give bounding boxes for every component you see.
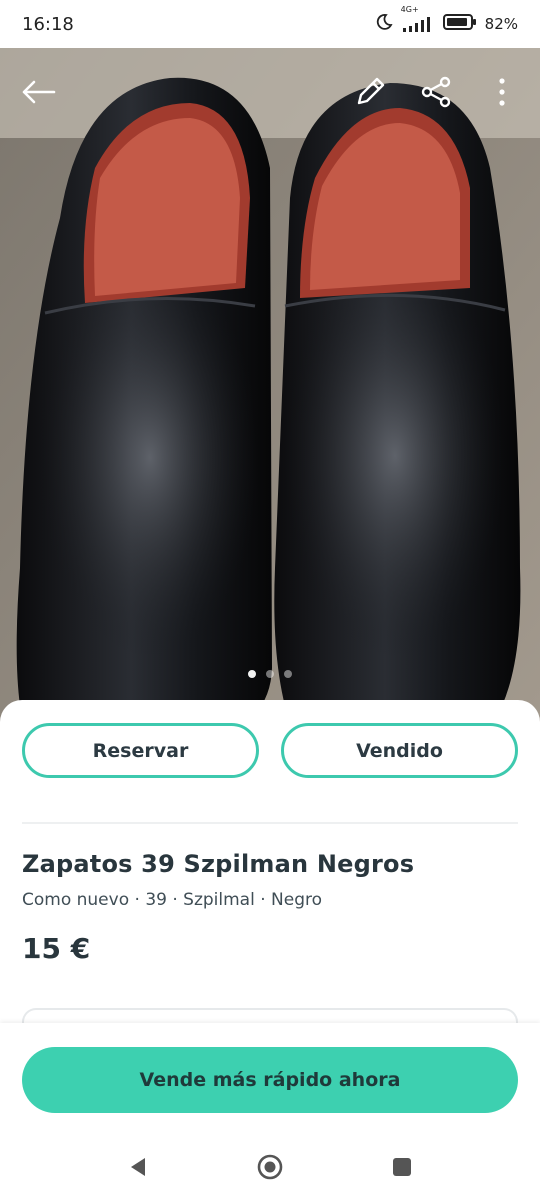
reserve-button[interactable]: Reservar [22,723,259,778]
moon-icon [375,13,393,35]
battery-icon [442,13,477,35]
listing-price: 15 € [22,932,91,965]
listing-title: Zapatos 39 Szpilman Negros [22,850,415,878]
more-vertical-icon[interactable] [478,68,526,116]
signal-icon: 4G+ [401,5,435,33]
shoes-image [0,48,540,748]
status-bar: 16:18 4G+ 82% [0,0,540,48]
carousel-dot[interactable] [284,670,292,678]
share-icon[interactable] [412,68,460,116]
carousel-dot[interactable] [248,670,256,678]
listing-attributes: Como nuevo · 39 · Szpilmal · Negro [22,890,323,910]
network-type: 4G+ [400,5,419,14]
divider [22,822,518,824]
sold-button[interactable]: Vendido [281,723,518,778]
status-icons: 4G+ 82% [375,5,518,35]
bottom-action-bar: Vende más rápido ahora [0,1023,540,1133]
boost-sale-button[interactable]: Vende más rápido ahora [22,1047,518,1113]
status-time: 16:18 [22,13,74,35]
recents-square-icon[interactable] [382,1147,422,1187]
photo-toolbar [0,48,540,138]
back-triangle-icon[interactable] [118,1147,158,1187]
carousel-dot[interactable] [266,670,274,678]
back-arrow-icon[interactable] [14,68,62,116]
home-circle-icon[interactable] [250,1147,290,1187]
system-nav-bar [0,1133,540,1200]
edit-pencil-icon[interactable] [346,68,394,116]
carousel-indicator [0,670,540,678]
status-actions: Reservar Vendido [22,723,518,778]
battery-percent: 82% [484,15,518,33]
product-photo[interactable] [0,48,540,748]
